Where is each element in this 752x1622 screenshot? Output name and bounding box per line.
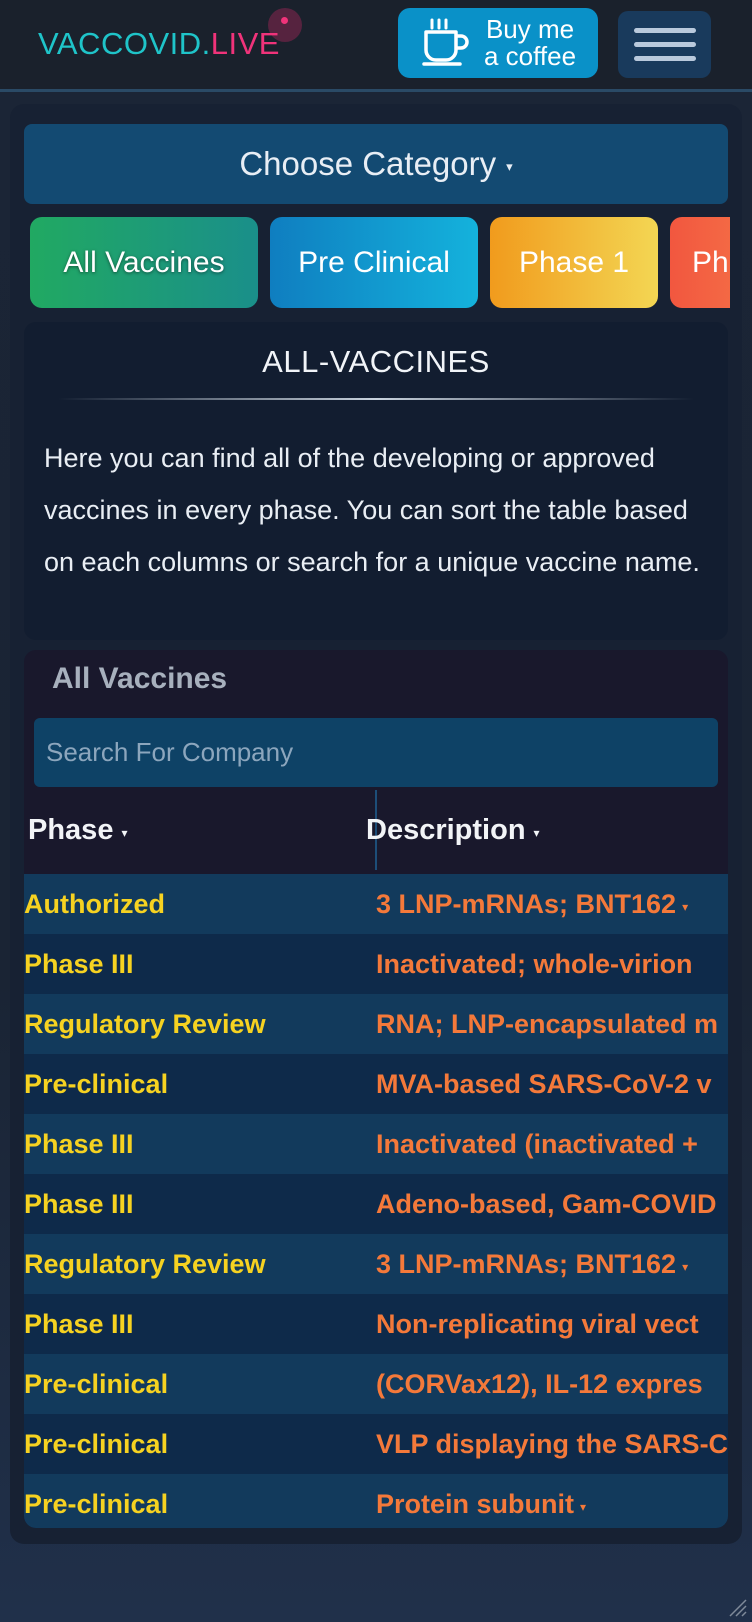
table-row[interactable]: Pre-clinical VLP displaying the SARS-C: [24, 1414, 728, 1474]
info-description: Here you can find all of the developing …: [44, 443, 700, 577]
search-input[interactable]: [34, 718, 718, 787]
description-text: 3 LNP-mRNAs; BNT162: [376, 1248, 677, 1279]
description-text: Inactivated (inactivated +: [376, 1128, 698, 1159]
coffee-line2: a coffee: [484, 41, 577, 71]
logo-part2: LIVE: [210, 26, 280, 61]
pill-pre-clinical[interactable]: Pre Clinical: [270, 217, 478, 308]
table-row[interactable]: Pre-clinical Protein subunit ▾: [24, 1474, 728, 1528]
expand-caret-icon[interactable]: ▾: [682, 1260, 688, 1274]
description-cell[interactable]: Inactivated; whole-virion: [376, 949, 693, 980]
hamburger-icon-bar: [634, 42, 696, 47]
column-header-label: Phase: [28, 813, 114, 846]
phase-cell: Phase III: [24, 1308, 134, 1339]
coffee-line1: Buy me: [485, 14, 575, 44]
description-cell[interactable]: MVA-based SARS-CoV-2 v: [376, 1069, 712, 1100]
divider: [58, 398, 694, 400]
top-navbar: VACCOVID.LIVE Buy me a coffee: [0, 0, 752, 92]
table-row[interactable]: Pre-clinical (CORVax12), IL-12 expres: [24, 1354, 728, 1414]
phase-cell: Phase III: [24, 1128, 134, 1159]
main-card: Choose Category ▾ All Vaccines Pre Clini…: [10, 104, 742, 1544]
logo[interactable]: VACCOVID.LIVE: [38, 26, 280, 62]
phase-cell: Phase III: [24, 948, 134, 979]
column-header-phase[interactable]: Phase ▾: [28, 790, 127, 870]
table-row[interactable]: Phase III Adeno-based, Gam-COVID: [24, 1174, 728, 1234]
hamburger-menu-button[interactable]: [618, 11, 711, 78]
phase-cell: Pre-clinical: [24, 1068, 169, 1099]
description-text: RNA; LNP-encapsulated m: [376, 1008, 719, 1039]
table-row[interactable]: Phase III Non-replicating viral vect: [24, 1294, 728, 1354]
logo-part1: VACCOVID.: [38, 26, 211, 61]
table-row[interactable]: Regulatory Review 3 LNP-mRNAs; BNT162 ▾: [24, 1234, 728, 1294]
pill-all-vaccines[interactable]: All Vaccines: [30, 217, 258, 308]
table-body: Authorized 3 LNP-mRNAs; BNT162 ▾ Phase III…: [24, 874, 728, 1528]
expand-caret-icon[interactable]: ▾: [580, 1500, 586, 1514]
expand-caret-icon[interactable]: ▾: [682, 900, 688, 914]
resize-handle-icon[interactable]: [724, 1594, 748, 1618]
description-text: Inactivated; whole-virion: [376, 948, 693, 979]
description-cell[interactable]: (CORVax12), IL-12 expres: [376, 1369, 703, 1400]
description-cell[interactable]: 3 LNP-mRNAs; BNT162 ▾: [376, 889, 688, 920]
table-header: Phase ▾ Description ▾: [24, 790, 728, 870]
vaccines-table-card: All Vaccines Phase ▾ Description ▾ Autho…: [24, 650, 728, 1528]
category-pills: All Vaccines Pre Clinical Phase 1 Ph: [30, 217, 730, 309]
sort-caret-icon: ▾: [533, 826, 540, 840]
description-cell[interactable]: Protein subunit ▾: [376, 1489, 586, 1520]
pill-phase-1[interactable]: Phase 1: [490, 217, 658, 308]
description-text: Adeno-based, Gam-COVID: [376, 1188, 717, 1219]
choose-category-label: Choose Category: [239, 145, 497, 182]
info-panel: ALL-VACCINES Here you can find all of th…: [24, 322, 728, 640]
phase-cell: Regulatory Review: [24, 1248, 266, 1279]
choose-category-dropdown[interactable]: Choose Category ▾: [24, 124, 728, 204]
description-cell[interactable]: 3 LNP-mRNAs; BNT162 ▾: [376, 1249, 688, 1280]
hamburger-icon: [634, 28, 696, 33]
description-text: VLP displaying the SARS-C: [376, 1428, 728, 1459]
description-text: MVA-based SARS-CoV-2 v: [376, 1068, 712, 1099]
description-cell[interactable]: Adeno-based, Gam-COVID: [376, 1189, 717, 1220]
description-text: (CORVax12), IL-12 expres: [376, 1368, 703, 1399]
pill-phase-2[interactable]: Ph: [670, 217, 730, 308]
sort-caret-icon: ▾: [121, 826, 128, 840]
phase-cell: Authorized: [24, 888, 165, 919]
phase-cell: Pre-clinical: [24, 1368, 169, 1399]
description-cell[interactable]: RNA; LNP-encapsulated m: [376, 1009, 718, 1040]
phase-cell: Pre-clinical: [24, 1488, 169, 1519]
description-cell[interactable]: VLP displaying the SARS-C: [376, 1429, 728, 1460]
table-row[interactable]: Phase III Inactivated (inactivated +: [24, 1114, 728, 1174]
phase-cell: Phase III: [24, 1188, 134, 1219]
buy-me-a-coffee-button[interactable]: Buy me a coffee: [398, 8, 598, 78]
description-cell[interactable]: Inactivated (inactivated +: [376, 1129, 698, 1160]
coffee-button-label: Buy me a coffee: [484, 16, 576, 70]
phase-cell: Regulatory Review: [24, 1008, 266, 1039]
info-title: ALL-VACCINES: [262, 344, 490, 379]
table-row[interactable]: Authorized 3 LNP-mRNAs; BNT162 ▾: [24, 874, 728, 934]
hamburger-icon-bar: [634, 56, 696, 61]
phase-cell: Pre-clinical: [24, 1428, 169, 1459]
description-cell[interactable]: Non-replicating viral vect: [376, 1309, 699, 1340]
table-row[interactable]: Pre-clinical MVA-based SARS-CoV-2 v: [24, 1054, 728, 1114]
table-row[interactable]: Regulatory Review RNA; LNP-encapsulated m: [24, 994, 728, 1054]
description-text: Protein subunit: [376, 1488, 574, 1519]
chevron-down-icon: ▾: [506, 159, 513, 174]
column-header-label: Description: [366, 813, 526, 846]
table-row[interactable]: Phase III Inactivated; whole-virion: [24, 934, 728, 994]
description-text: Non-replicating viral vect: [376, 1308, 699, 1339]
table-title: All Vaccines: [52, 662, 228, 695]
column-header-description[interactable]: Description ▾: [366, 790, 540, 870]
description-text: 3 LNP-mRNAs; BNT162: [376, 888, 677, 919]
coffee-cup-icon: [420, 16, 474, 70]
